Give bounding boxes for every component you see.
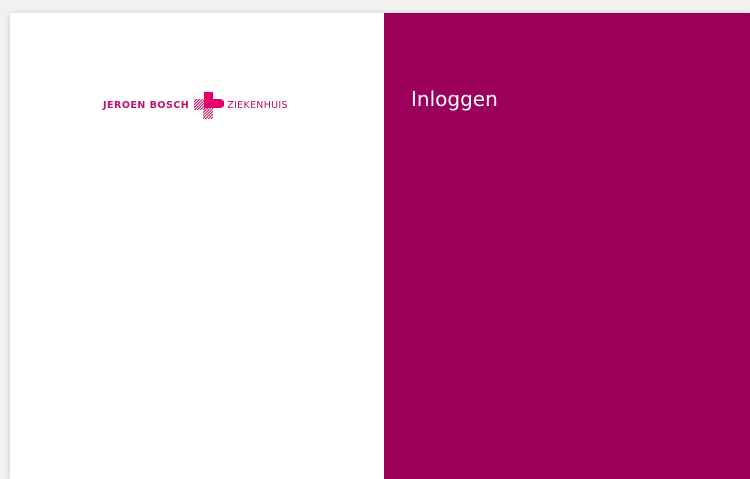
login-card: JEROEN BOSCH ZIEKENHUIS Inloggen [10,13,750,479]
hospital-logo: JEROEN BOSCH ZIEKENHUIS [103,88,288,122]
cross-heart-logo-icon [194,92,225,119]
login-page: JEROEN BOSCH ZIEKENHUIS Inloggen [0,0,750,479]
logo-text-jeroen-bosch: JEROEN BOSCH [103,99,190,111]
branding-panel: JEROEN BOSCH ZIEKENHUIS [10,13,384,479]
login-title: Inloggen [411,87,498,111]
logo-text-ziekenhuis: ZIEKENHUIS [227,99,288,111]
login-panel: Inloggen [384,13,750,479]
